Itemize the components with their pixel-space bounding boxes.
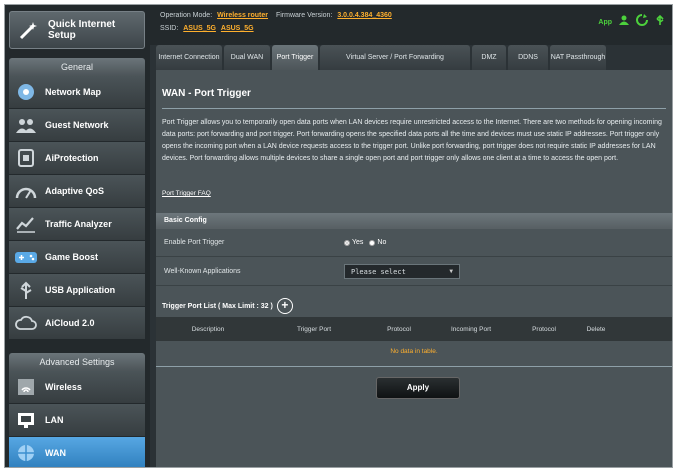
sidebar-item-aicloud-2-0[interactable]: AiCloud 2.0 — [9, 307, 145, 340]
guest-network-icon — [13, 114, 39, 136]
description-text: Port Trigger allows you to temporarily o… — [162, 119, 662, 162]
usb-icon[interactable] — [654, 13, 666, 31]
trigger-list-title-row: Trigger Port List ( Max Limit : 32 ) + — [162, 298, 293, 314]
table-divider — [156, 366, 672, 367]
ssid-link-1[interactable]: ASUS_5G — [183, 25, 216, 32]
add-rule-button[interactable]: + — [276, 298, 293, 314]
usb-application-icon — [13, 279, 39, 301]
tab-ddns[interactable]: DDNS — [508, 45, 548, 70]
quick-internet-setup-button[interactable]: Quick Internet Setup — [9, 11, 145, 49]
sidebar-item-label: Adaptive QoS — [45, 186, 105, 196]
tab-port-trigger[interactable]: Port Trigger — [272, 45, 318, 70]
operation-mode-link[interactable]: Wireless router — [217, 12, 268, 19]
router-admin-window: Quick Internet Setup General Network Map… — [4, 4, 673, 468]
wan-icon — [13, 442, 39, 464]
content-panel: WAN - Port Trigger Port Trigger allows y… — [156, 70, 672, 467]
well-known-apps-value: Please select — [351, 268, 406, 276]
sidebar-item-wireless[interactable]: Wireless — [9, 371, 145, 404]
tab-dmz[interactable]: DMZ — [472, 45, 506, 70]
well-known-apps-row: Well-Known Applications Please select ▼ — [156, 258, 672, 286]
sidebar-item-guest-network[interactable]: Guest Network — [9, 109, 145, 142]
tab-nat-passthrough[interactable]: NAT Passthrough — [550, 45, 606, 70]
no-label: No — [377, 239, 387, 246]
game-boost-icon — [13, 246, 39, 268]
general-header: General — [9, 58, 145, 76]
column-header: Description — [191, 325, 225, 333]
traffic-analyzer-icon — [13, 213, 39, 235]
status-icons: App — [598, 13, 666, 31]
enable-port-trigger-label: Enable Port Trigger — [164, 239, 225, 246]
sidebar-item-adaptive-qos[interactable]: Adaptive QoS — [9, 175, 145, 208]
chevron-down-icon: ▼ — [449, 268, 453, 275]
sidebar-item-wan[interactable]: WAN — [9, 437, 145, 467]
adaptive-qos-icon — [13, 180, 39, 202]
sidebar-item-label: Game Boost — [45, 252, 99, 262]
top-status-bar: Operation Mode: Wireless router Firmware… — [150, 5, 672, 45]
basic-config-header: Basic Config — [156, 213, 672, 229]
aiprotection-icon — [13, 147, 39, 169]
sidebar-item-lan[interactable]: LAN — [9, 404, 145, 437]
aicloud-icon — [13, 312, 39, 334]
wand-icon — [16, 17, 42, 43]
sidebar-item-label: WAN — [45, 448, 66, 458]
sidebar-item-traffic-analyzer[interactable]: Traffic Analyzer — [9, 208, 145, 241]
lan-icon — [13, 409, 39, 431]
sidebar-item-label: AiCloud 2.0 — [45, 318, 95, 328]
wireless-icon — [13, 376, 39, 398]
quick-internet-setup-label: Quick Internet Setup — [48, 19, 116, 41]
network-map-icon — [13, 81, 39, 103]
faq-link[interactable]: Port Trigger FAQ — [162, 190, 211, 197]
sidebar-item-label: Guest Network — [45, 120, 109, 130]
trigger-list-title: Trigger Port List ( Max Limit : 32 ) — [162, 302, 273, 310]
sidebar: Quick Internet Setup General Network Map… — [5, 5, 150, 467]
ssid-label: SSID: — [160, 25, 179, 32]
advanced-nav: Wireless LAN WAN — [9, 371, 145, 467]
enable-no-radio[interactable] — [369, 239, 376, 246]
enable-port-trigger-row: Enable Port Trigger Yes No — [156, 229, 672, 257]
sidebar-item-network-map[interactable]: Network Map — [9, 76, 145, 109]
well-known-apps-select[interactable]: Please select ▼ — [344, 264, 460, 279]
trigger-table-header: Description Trigger Port Protocol Incoming … — [156, 317, 672, 341]
ssid-link-2[interactable]: ASUS_5G — [221, 25, 254, 32]
well-known-apps-label: Well-Known Applications — [164, 268, 241, 275]
operation-mode-label: Operation Mode: — [160, 12, 213, 19]
column-header: Protocol — [387, 325, 411, 333]
column-header: Protocol — [532, 325, 556, 333]
tab-dual-wan[interactable]: Dual WAN — [224, 45, 270, 70]
app-label[interactable]: App — [598, 19, 612, 26]
advanced-settings-header: Advanced Settings — [9, 353, 145, 371]
general-nav: Network Map Guest Network AiProtection Adap… — [9, 76, 145, 340]
apply-button[interactable]: Apply — [376, 377, 460, 399]
user-icon[interactable] — [618, 13, 630, 31]
sidebar-item-label: Traffic Analyzer — [45, 219, 112, 229]
yes-label: Yes — [352, 239, 364, 246]
sidebar-item-label: Wireless — [45, 382, 82, 392]
column-header: Incoming Port — [450, 325, 492, 333]
page-title: WAN - Port Trigger — [162, 88, 251, 99]
no-data-message: No data in table. — [390, 348, 438, 355]
sidebar-item-label: USB Application — [45, 285, 116, 295]
enable-yes-radio[interactable] — [344, 239, 350, 246]
refresh-icon[interactable] — [636, 13, 648, 31]
firmware-link[interactable]: 3.0.0.4.384_4360 — [337, 12, 392, 19]
title-divider — [162, 108, 666, 109]
wan-tabs: Internet Connection Dual WAN Port Trigger V… — [150, 45, 672, 70]
column-header: Trigger Port — [296, 325, 332, 333]
tab-virtual-server-port-forwarding[interactable]: Virtual Server / Port Forwarding — [320, 45, 470, 70]
firmware-label: Firmware Version: — [275, 12, 333, 19]
sidebar-item-aiprotection[interactable]: AiProtection — [9, 142, 145, 175]
tab-internet-connection[interactable]: Internet Connection — [156, 45, 222, 70]
sidebar-item-game-boost[interactable]: Game Boost — [9, 241, 145, 274]
sidebar-item-label: Network Map — [45, 87, 102, 97]
column-header: Delete — [586, 325, 606, 333]
sidebar-item-label: LAN — [45, 415, 64, 425]
sidebar-item-usb-application[interactable]: USB Application — [9, 274, 145, 307]
sidebar-item-label: AiProtection — [45, 153, 99, 163]
